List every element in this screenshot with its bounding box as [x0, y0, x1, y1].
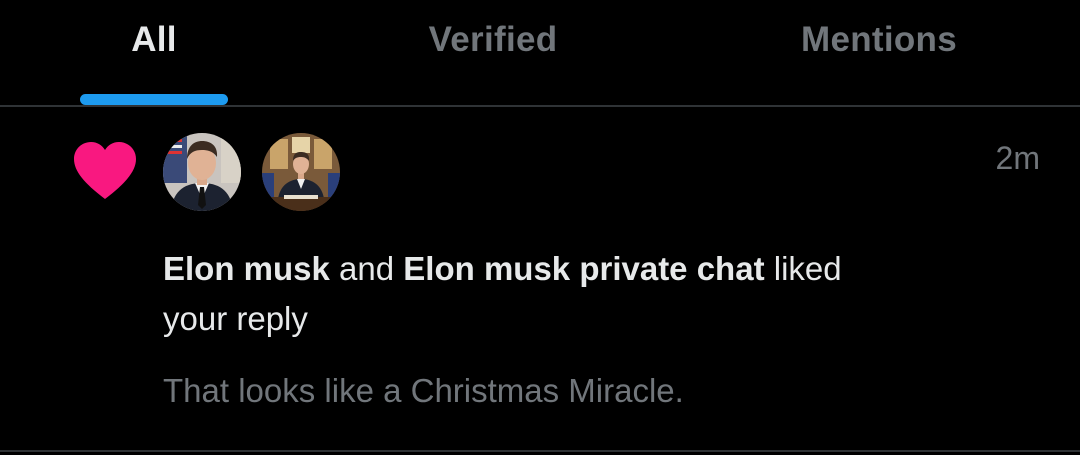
tab-verified-label: Verified: [428, 20, 558, 59]
notification-tabs: All Verified Mentions: [0, 0, 1080, 107]
tab-all[interactable]: All: [0, 0, 308, 105]
tab-verified[interactable]: Verified: [308, 0, 678, 105]
action-object-text: your reply: [163, 300, 308, 337]
divider: [0, 450, 1080, 452]
actor-name-1[interactable]: Elon musk: [163, 250, 330, 287]
actor-name-2[interactable]: Elon musk private chat: [403, 250, 764, 287]
conjunction-text: and: [339, 250, 395, 287]
heart-icon: [74, 142, 136, 199]
action-text: liked: [773, 250, 842, 287]
avatar-user-1[interactable]: [163, 133, 241, 211]
tab-mentions[interactable]: Mentions: [678, 0, 1080, 105]
reply-preview-text[interactable]: That looks like a Christmas Miracle.: [163, 372, 983, 410]
notification-message: Elon musk and Elon musk private chat lik…: [163, 244, 983, 344]
active-tab-indicator: [80, 94, 228, 105]
notification-timestamp: 2m: [995, 140, 1040, 176]
tab-all-label: All: [131, 20, 177, 59]
tab-mentions-label: Mentions: [800, 20, 957, 59]
avatar-user-2[interactable]: [262, 133, 340, 211]
